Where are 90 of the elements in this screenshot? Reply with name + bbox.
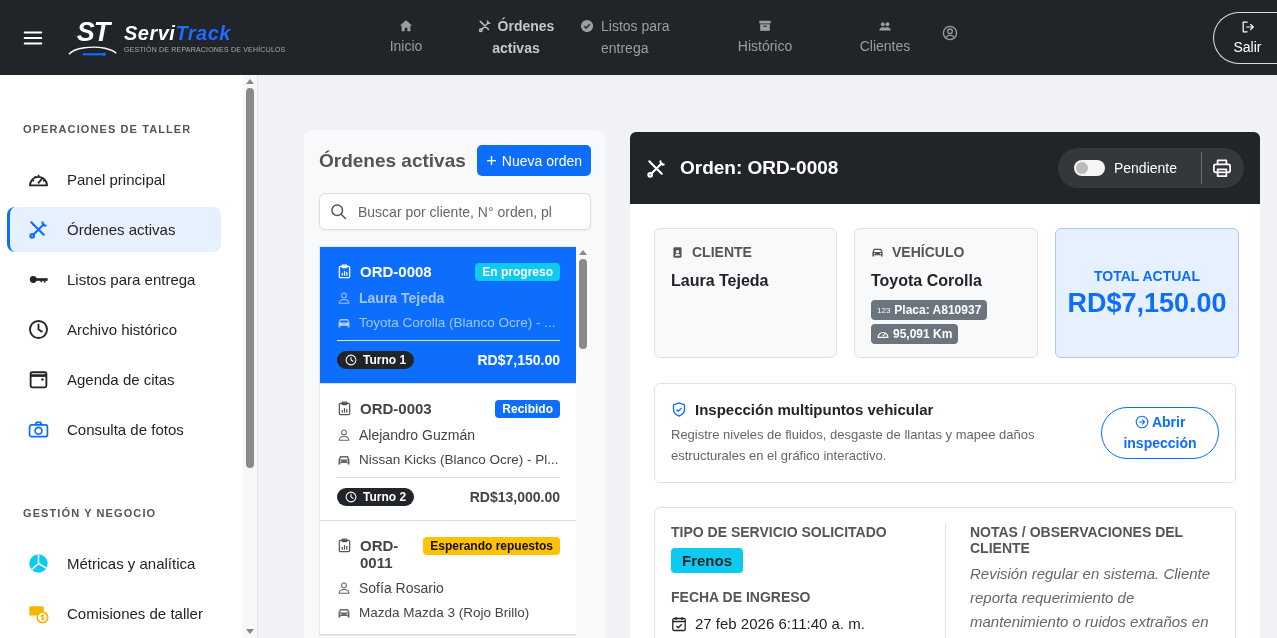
logo-wordmark: ServiTrack — [124, 22, 232, 44]
order-card[interactable]: ORD-0008 En progreso Laura Tejeda Toyota Corolla (Blanco Ocre) - ... Turno 1 RD$7,150.00 — [320, 247, 576, 384]
status-label: Pendiente — [1113, 160, 1177, 176]
person-icon — [337, 291, 351, 305]
order-card[interactable]: ORD-0011 Esperando repuestos Sofía Rosario Mazda Mazda 3 (Rojo Brillo) — [320, 521, 576, 635]
status-badge: En progreso — [475, 263, 560, 281]
sidebar-item[interactable]: Panel principal — [7, 157, 221, 202]
card-heading: VEHÍCULO — [892, 244, 965, 260]
client-name: Alejandro Guzmán — [359, 427, 475, 443]
clock-icon — [28, 319, 49, 340]
order-title: Orden: ORD-0008 — [680, 157, 840, 179]
vehicle-description: Mazda Mazda 3 (Rojo Brillo) — [359, 605, 530, 620]
inspection-title: Inspección multipuntos vehicular — [695, 400, 934, 418]
card-heading: CLIENTE — [692, 244, 752, 260]
order-total: RD$13,000.00 — [469, 489, 560, 505]
calendar-icon — [28, 369, 49, 390]
clipboard-chart-icon — [337, 537, 352, 554]
archive-box-icon — [758, 19, 772, 33]
field-heading: FECHA DE INGRESO — [671, 589, 812, 605]
status-badge: Recibido — [495, 400, 560, 418]
vehicle-description: Nissan Kicks (Blanco Ocre) - Pl... — [359, 452, 559, 467]
entry-date: 27 feb 2026 6:11:40 a. m. — [695, 615, 865, 632]
service-type-badge: Frenos — [671, 548, 743, 573]
section-heading: GESTIÓN Y NEGOCIO — [22, 507, 158, 519]
client-name: Laura Tejeda — [359, 290, 445, 306]
sidebar-item[interactable]: Consulta de fotos — [7, 407, 221, 452]
shield-check-icon — [671, 400, 687, 418]
clock-icon — [345, 354, 357, 366]
new-order-button[interactable]: + Nueva orden — [477, 145, 591, 176]
sidebar-item[interactable]: Archivo histórico — [7, 307, 221, 352]
section-heading: OPERACIONES DE TALLER — [22, 123, 193, 135]
sidebar-item[interactable]: Órdenes activas — [7, 207, 221, 252]
order-card[interactable]: ORD-0003 Recibido Alejandro Guzmán Nissan Kicks (Blanco Ocre) - Pl... Turno 2 RD$13,000.00 — [320, 384, 576, 521]
scrollbar[interactable] — [243, 75, 257, 638]
clock-icon — [345, 491, 357, 503]
person-icon — [337, 581, 351, 595]
tools-icon — [646, 157, 667, 179]
user-circle-icon — [942, 25, 958, 41]
people-icon — [878, 19, 892, 33]
clipboard-chart-icon — [337, 263, 352, 280]
status-badge: Esperando repuestos — [423, 537, 560, 555]
order-number: ORD-0008 — [360, 263, 433, 280]
inspection-description: Registre niveles de fluidos, desgaste de llantas y mapee daños estructurales en el gráfico interactivo. — [671, 425, 1036, 465]
order-number: ORD-0003 — [360, 400, 433, 417]
home-icon — [399, 19, 413, 33]
nav-tab[interactable]: Listos para entrega — [580, 15, 690, 59]
vehicle-description: Toyota Corolla (Blanco Ocre) - ... — [359, 315, 556, 330]
tools-icon — [28, 219, 49, 240]
print-icon — [1212, 158, 1232, 178]
client-name: Laura Tejeda — [671, 272, 769, 290]
mileage-badge: 95,091 Km — [871, 324, 959, 344]
person-icon — [337, 428, 351, 442]
check-circle-icon — [580, 19, 594, 33]
logo-mark: ST — [76, 19, 110, 44]
customer-notes: Revisión regular en sistema. Cliente reporta requerimiento de mantenimiento o ruidos extraños en — [970, 564, 1212, 632]
field-heading: TIPO DE SERVICIO SOLICITADO — [671, 524, 888, 540]
order-number: ORD-0011 — [360, 537, 400, 571]
vehicle-name: Toyota Corolla — [871, 272, 982, 290]
order-total: RD$7,150.00 — [477, 352, 560, 368]
calendar-check-icon — [671, 615, 687, 632]
car-swoosh-icon — [67, 43, 119, 56]
card-heading: TOTAL ACTUAL — [1094, 267, 1200, 284]
nav-tab[interactable]: Clientes — [830, 15, 940, 57]
clipboard-chart-icon — [337, 400, 352, 417]
field-heading: NOTAS / OBSERVACIONES DEL CLIENTE — [970, 524, 1184, 556]
status-switch[interactable] — [1073, 160, 1105, 176]
turn-badge: Turno 1 — [337, 351, 415, 369]
account-button[interactable] — [942, 25, 958, 41]
sidebar-item[interactable]: Agenda de citas — [7, 357, 221, 402]
camera-icon — [28, 419, 49, 440]
sidebar-item[interactable]: Métricas y analítica — [7, 541, 221, 586]
client-name: Sofía Rosario — [359, 580, 444, 596]
nav-tab[interactable]: Órdenes activas — [466, 15, 566, 59]
open-inspection-button[interactable]: Abrir inspección — [1101, 407, 1219, 459]
pie-chart-icon — [28, 553, 49, 574]
plate-badge: 123 Placa: A810937 — [871, 300, 988, 320]
money-icon — [28, 603, 49, 624]
nav-tab[interactable]: Histórico — [700, 15, 830, 57]
sidebar-item[interactable]: Listos para entrega — [7, 257, 221, 302]
contact-card-icon — [671, 245, 684, 259]
nav-tab[interactable]: Inicio — [346, 15, 466, 57]
print-button[interactable] — [1210, 158, 1232, 178]
turn-badge: Turno 2 — [337, 488, 415, 506]
logout-icon — [1240, 20, 1255, 34]
search-field[interactable]: Buscar por cliente, N° orden, pl — [319, 193, 591, 230]
total-amount: RD$7,150.00 — [1067, 287, 1227, 319]
tools-icon — [477, 19, 492, 33]
panel-title: Órdenes activas — [319, 149, 466, 172]
sidebar-item[interactable]: Comisiones de taller — [7, 591, 221, 636]
arrow-circle-icon — [1134, 415, 1149, 429]
